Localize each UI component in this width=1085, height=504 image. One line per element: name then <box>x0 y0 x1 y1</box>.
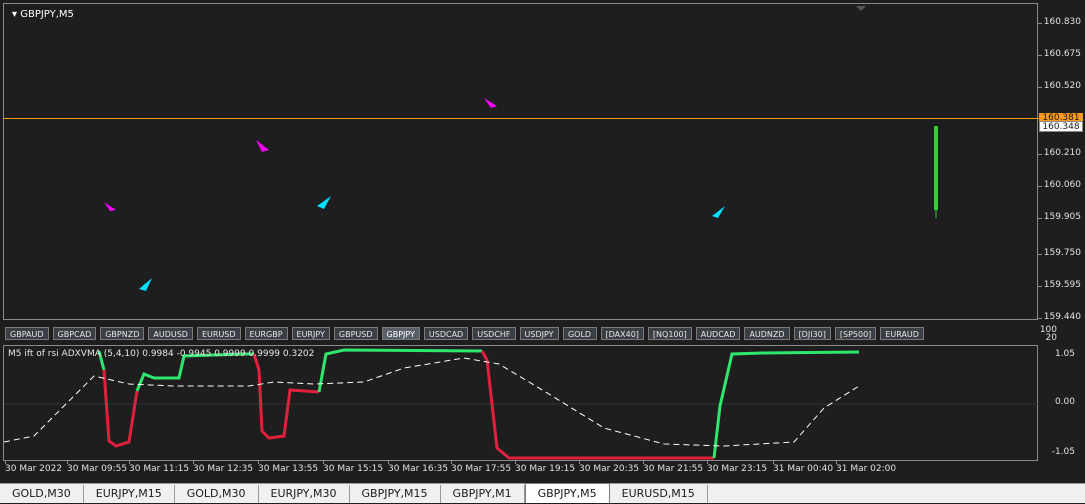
price-axis-tick <box>1038 55 1042 56</box>
symbol-button-gbpjpy[interactable]: GBPJPY <box>381 327 420 340</box>
price-axis-label: 160.060 <box>1043 180 1081 190</box>
buy-arrow-icon <box>139 278 152 291</box>
symbol-button-gbpcad[interactable]: GBPCAD <box>52 327 97 340</box>
symbol-button-nq100[interactable]: [NQ100] <box>647 327 692 340</box>
price-axis-tick <box>1038 318 1042 319</box>
symbol-button-euraud[interactable]: EURAUD <box>880 327 924 340</box>
price-axis-label: 159.440 <box>1043 312 1081 322</box>
price-axis: 160.830 160.675 160.520 160.210 160.060 159.9… <box>1038 3 1085 329</box>
scroll-marker-icon <box>856 6 866 11</box>
time-axis-label: 30 Mar 23:15 <box>707 464 768 474</box>
time-axis-label: 30 Mar 12:35 <box>193 464 254 474</box>
time-axis-label: 31 Mar 02:00 <box>836 464 897 474</box>
symbol-button-eurusd[interactable]: EURUSD <box>196 327 241 340</box>
price-axis-tick <box>1038 286 1042 287</box>
time-axis-label: 30 Mar 17:55 <box>451 464 512 474</box>
symbol-button-usdchf[interactable]: USDCHF <box>472 327 516 340</box>
price-axis-label: 159.750 <box>1043 248 1081 258</box>
price-axis-label: 160.675 <box>1043 49 1081 59</box>
time-axis-label: 30 Mar 13:55 <box>258 464 319 474</box>
symbol-button-sp500[interactable]: [SP500] <box>834 327 877 340</box>
chart-tab[interactable]: GBPJPY,M15 <box>349 485 441 503</box>
symbol-button-eurgbp[interactable]: EURGBP <box>244 327 288 340</box>
chart-tab-bar: GOLD,M30 EURJPY,M15 GOLD,M30 EURJPY,M30 GBPJ… <box>0 483 1085 503</box>
time-axis-label: 30 Mar 2022 <box>5 464 63 474</box>
sell-arrow-icon <box>104 202 116 211</box>
indicator-down-line <box>102 369 139 448</box>
time-axis-label: 30 Mar 11:15 <box>129 464 190 474</box>
indicator-down-line <box>252 353 320 440</box>
indicator-title: M5 ift of rsi ADXVMA (5,4,10) 0.9984 -0.… <box>8 349 315 359</box>
time-axis-label: 30 Mar 15:15 <box>323 464 384 474</box>
price-axis-tick <box>1038 186 1042 187</box>
symbol-button-eurjpy[interactable]: EURJPY <box>291 327 330 340</box>
symbol-button-bar: GBPAUD GBPCAD GBPNZD AUDUSD EURUSD EURGBP EURJ… <box>3 324 1038 343</box>
terminal-window: ▾ GBPJPY,M5 160.830 160.675 160.520 160.210… <box>0 0 1085 503</box>
time-axis-label: 30 Mar 09:55 <box>67 464 128 474</box>
time-axis: 30 Mar 2022 30 Mar 09:55 30 Mar 11:15 30 Ma… <box>3 461 1038 481</box>
price-axis-tick <box>1038 154 1042 155</box>
price-axis-label: 160.210 <box>1043 148 1081 158</box>
time-axis-label: 30 Mar 16:35 <box>388 464 449 474</box>
symbol-button-gbpnzd[interactable]: GBPNZD <box>100 327 145 340</box>
chart-tab[interactable]: EURJPY,M15 <box>83 485 175 503</box>
time-axis-label: 31 Mar 00:40 <box>773 464 834 474</box>
symbol-button-audnzd[interactable]: AUDNZD <box>744 327 790 340</box>
current-price-line <box>3 118 1039 119</box>
symbol-button-gbpusd[interactable]: GBPUSD <box>333 327 378 340</box>
chart-tab[interactable]: EURJPY,M30 <box>258 485 350 503</box>
price-axis-label: 160.520 <box>1043 81 1081 91</box>
indicator-plot[interactable] <box>4 346 1039 462</box>
price-axis-label: 159.595 <box>1043 280 1081 290</box>
buy-arrow-icon <box>712 206 725 218</box>
indicator-axis-label: -1.05 <box>1051 447 1075 457</box>
indicator-axis-label: 1.05 <box>1054 349 1075 359</box>
sell-arrow-icon <box>484 98 497 108</box>
indicator-up-line <box>135 352 254 392</box>
candles-area[interactable] <box>4 4 1039 321</box>
symbol-button-audusd[interactable]: AUDUSD <box>148 327 193 340</box>
price-axis-tick <box>1038 218 1042 219</box>
chart-menu-icon[interactable]: ▾ <box>12 9 20 20</box>
symbol-button-audcad[interactable]: AUDCAD <box>695 327 741 340</box>
price-axis-label: 159.905 <box>1043 212 1081 222</box>
volume-bar <box>934 126 938 210</box>
chart-tab[interactable]: GBPJPY,M1 <box>440 485 525 503</box>
symbol-button-dax40[interactable]: [DAX40] <box>600 327 644 340</box>
indicator-window[interactable] <box>3 345 1039 462</box>
symbol-button-gold[interactable]: GOLD <box>562 327 597 340</box>
symbol-button-usdcad[interactable]: USDCAD <box>423 327 469 340</box>
buy-arrow-icon <box>317 196 331 209</box>
indicator-axis-label: 0.00 <box>1054 397 1075 407</box>
symbol-button-usdjpy[interactable]: USDJPY <box>519 327 559 340</box>
price-axis-tick <box>1038 23 1042 24</box>
indicator-axis-label: 20 <box>1045 333 1057 343</box>
chart-tab[interactable]: GOLD,M30 <box>174 485 259 503</box>
symbol-button-dji30[interactable]: [DJI30] <box>793 327 831 340</box>
chart-tab[interactable]: GBPJPY,M5 <box>524 483 610 503</box>
indicator-up-line <box>317 348 483 393</box>
indicator-axis: 100 20 1.05 0.00 -1.05 <box>1038 325 1085 465</box>
time-axis-label: 30 Mar 19:15 <box>515 464 576 474</box>
price-axis-tick <box>1038 254 1042 255</box>
chart-symbol-label: GBPJPY,M5 <box>20 9 74 20</box>
symbol-button-gbpaud[interactable]: GBPAUD <box>5 327 49 340</box>
chart-tab[interactable]: GOLD,M30 <box>0 485 84 503</box>
chart-tab[interactable]: EURUSD,M15 <box>609 485 708 503</box>
chart-title: ▾ GBPJPY,M5 <box>12 9 74 20</box>
main-price-chart[interactable]: ▾ GBPJPY,M5 <box>3 3 1038 320</box>
price-axis-tick <box>1038 87 1042 88</box>
time-axis-label: 30 Mar 21:55 <box>643 464 704 474</box>
price-badge-bid: 160.348 <box>1039 121 1083 132</box>
time-axis-label: 30 Mar 20:35 <box>579 464 640 474</box>
price-axis-label: 160.830 <box>1043 17 1081 27</box>
sell-arrow-icon <box>256 140 269 152</box>
indicator-signal-line <box>4 357 860 447</box>
